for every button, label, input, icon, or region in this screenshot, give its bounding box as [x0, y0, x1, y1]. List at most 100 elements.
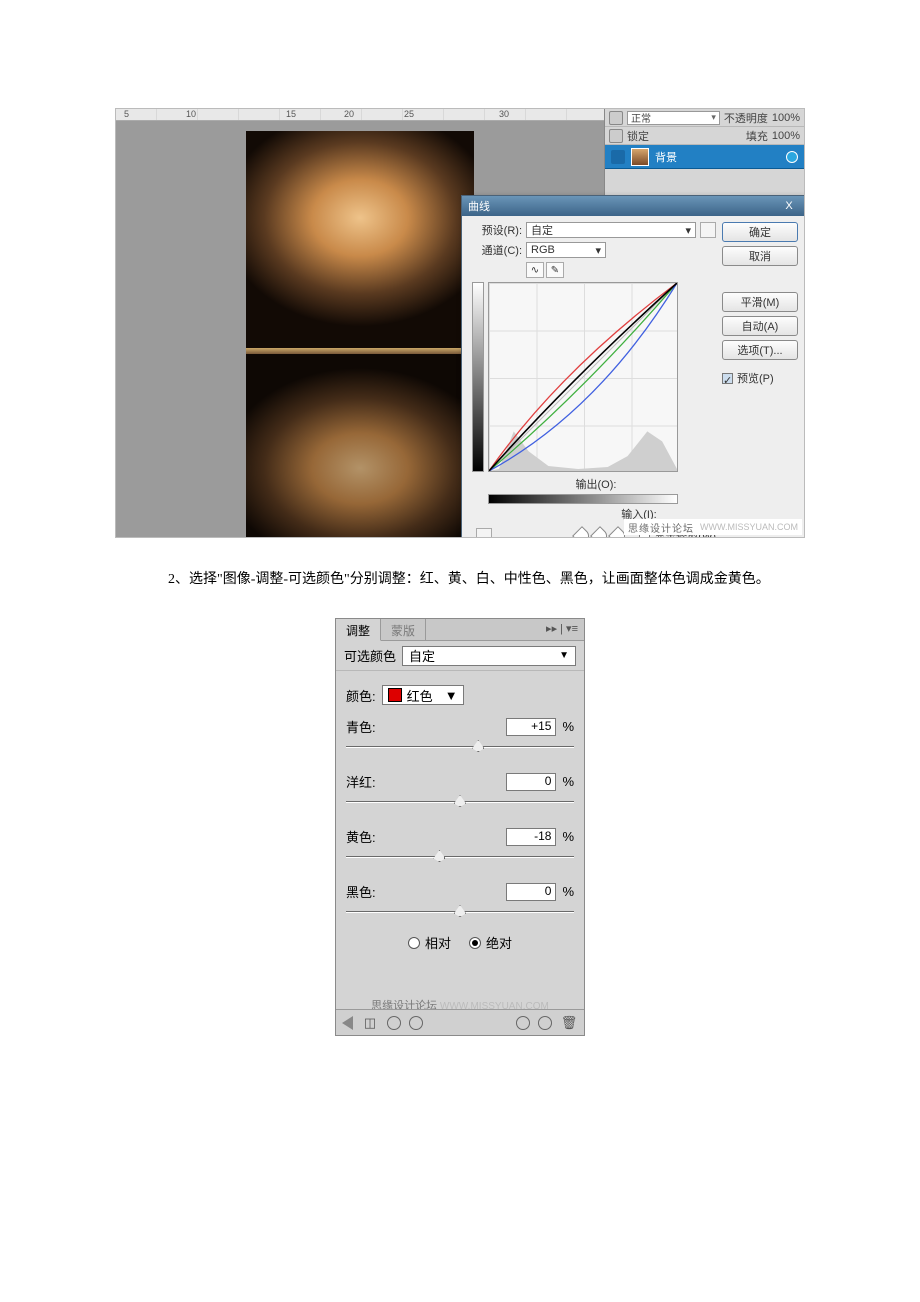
fill-label: 填充 [746, 128, 768, 144]
tab-adjust[interactable]: 调整 [336, 619, 381, 641]
slider-row: 青色: +15% [346, 717, 574, 754]
opacity-value: 100% [772, 112, 800, 124]
mode-absolute[interactable]: 绝对 [469, 933, 512, 952]
chevron-down-icon: ▾ [711, 112, 716, 123]
slider-label: 青色: [346, 717, 376, 736]
ruler-tick: 20 [344, 109, 354, 119]
black-point-eyedropper-icon[interactable] [572, 526, 592, 538]
preview-label: 预览(P) [737, 370, 774, 386]
radio-icon-checked [469, 937, 481, 949]
panel-icon [609, 129, 623, 143]
curve-point-tool[interactable]: ∿ [526, 262, 544, 278]
ruler-tick: 25 [404, 109, 414, 119]
chevron-down-icon: ▾ [685, 224, 691, 237]
ruler-tick: 5 [124, 109, 129, 119]
output-label: 输出(O): [476, 476, 716, 492]
preset-select[interactable]: 自定 ▾ [526, 222, 696, 238]
chevron-down-icon: ▼ [445, 688, 458, 703]
photo-subject-reflection [246, 348, 474, 538]
slider-value-input[interactable]: -18 [506, 828, 556, 846]
visibility-icon[interactable] [387, 1016, 401, 1030]
visibility-toggle-icon[interactable] [611, 150, 625, 164]
watermark-zh: 思缘设计论坛 [628, 520, 694, 535]
color-label: 颜色: [346, 686, 376, 705]
slider-value-input[interactable]: 0 [506, 773, 556, 791]
trash-icon[interactable]: 🗑 [560, 1014, 578, 1032]
preset-label: 可选颜色 [344, 646, 396, 665]
ok-button[interactable]: 确定 [722, 222, 798, 242]
panel-menu-icon[interactable]: ▸▸ | ▾≡ [540, 619, 584, 640]
curve-lines [489, 283, 677, 471]
photoshop-screenshot: 5 10 15 20 25 30 正常 [115, 108, 805, 538]
selective-color-panel: 调整 蒙版 ▸▸ | ▾≡ 可选颜色 自定 ▼ 颜色: 红色 [335, 618, 585, 1036]
output-gradient [472, 282, 484, 472]
slider-track[interactable] [346, 850, 574, 864]
curves-graph[interactable] [488, 282, 678, 472]
options-button[interactable]: 选项(T)... [722, 340, 798, 360]
slider-value-input[interactable]: +15 [506, 718, 556, 736]
preset-select[interactable]: 自定 ▼ [402, 646, 576, 666]
slider-label: 黄色: [346, 827, 376, 846]
curves-dialog: 曲线 X 预设(R): 自定 ▾ 通道(C): [461, 195, 805, 538]
tab-mask[interactable]: 蒙版 [381, 619, 426, 640]
percent-label: % [562, 719, 574, 734]
color-value: 红色 [407, 686, 433, 705]
preview-checkbox[interactable]: ✓ 预览(P) [722, 370, 798, 386]
slider-thumb[interactable] [433, 850, 445, 862]
slider-thumb[interactable] [472, 740, 484, 752]
auto-button[interactable]: 自动(A) [722, 316, 798, 336]
chevron-down-icon: ▼ [559, 650, 569, 661]
slider-thumb[interactable] [454, 905, 466, 917]
mode-relative[interactable]: 相对 [408, 933, 451, 952]
watermark-en: WWW.MISSYUAN.COM [700, 522, 798, 532]
percent-label: % [562, 774, 574, 789]
color-select[interactable]: 红色 ▼ [382, 685, 464, 705]
percent-label: % [562, 829, 574, 844]
hand-tool-icon[interactable] [476, 528, 492, 538]
slider-track[interactable] [346, 905, 574, 919]
slider-row: 黄色: -18% [346, 827, 574, 864]
ruler-tick: 15 [286, 109, 296, 119]
radio-icon [408, 937, 420, 949]
panel-icon [609, 111, 623, 125]
layer-lock-icon [786, 151, 798, 163]
color-swatch-red [388, 688, 402, 702]
opacity-label: 不透明度 [724, 110, 768, 126]
slider-row: 洋红:0% [346, 772, 574, 809]
mode-radio-group: 相对 绝对 [346, 933, 574, 952]
layer-name: 背景 [655, 149, 677, 165]
slider-track[interactable] [346, 740, 574, 754]
smooth-button[interactable]: 平滑(M) [722, 292, 798, 312]
reset-default-icon[interactable] [538, 1016, 552, 1030]
preset-value: 自定 [531, 222, 553, 238]
panel-tabs: 调整 蒙版 ▸▸ | ▾≡ [336, 619, 584, 641]
close-icon[interactable]: X [780, 200, 798, 212]
channel-select[interactable]: RGB ▾ [526, 242, 606, 258]
dialog-titlebar: 曲线 X [462, 196, 804, 216]
layer-row-background[interactable]: 背景 [605, 145, 804, 169]
ruler-tick: 30 [499, 109, 509, 119]
input-gradient [488, 494, 678, 504]
photo-subject-top [246, 131, 474, 348]
slider-thumb[interactable] [454, 795, 466, 807]
clip-icon[interactable]: ◫ [361, 1014, 379, 1032]
mode-relative-label: 相对 [425, 933, 451, 952]
channel-value: RGB [531, 244, 555, 256]
lock-label: 锁定 [627, 128, 649, 144]
mode-absolute-label: 绝对 [486, 933, 512, 952]
gray-point-eyedropper-icon[interactable] [590, 526, 610, 538]
blend-mode-select[interactable]: 正常 ▾ [627, 111, 720, 125]
back-icon[interactable] [342, 1016, 353, 1030]
preset-menu-icon[interactable] [700, 222, 716, 238]
photo-mirror-line [246, 348, 474, 354]
slider-label: 黑色: [346, 882, 376, 901]
step-2-instruction: 2、选择"图像-调整-可选颜色"分别调整：红、黄、白、中性色、黑色，让画面整体色… [168, 568, 920, 588]
curve-pencil-tool[interactable]: ✎ [546, 262, 564, 278]
cancel-button[interactable]: 取消 [722, 246, 798, 266]
slider-track[interactable] [346, 795, 574, 809]
blend-mode-value: 正常 [631, 110, 651, 125]
edited-photo [246, 131, 474, 538]
view-previous-icon[interactable] [516, 1016, 530, 1030]
slider-value-input[interactable]: 0 [506, 883, 556, 901]
reset-icon[interactable] [409, 1016, 423, 1030]
